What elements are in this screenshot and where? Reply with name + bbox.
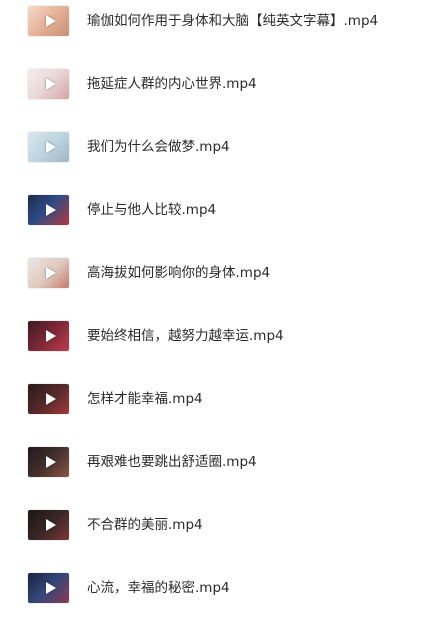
dream-animation-thumbnail[interactable] <box>28 132 69 162</box>
file-name[interactable]: 高海拔如何影响你的身体.mp4 <box>87 264 270 282</box>
file-name[interactable]: 要始终相信，越努力越幸运.mp4 <box>87 327 284 345</box>
play-icon <box>45 519 56 531</box>
file-name[interactable]: 停止与他人比较.mp4 <box>87 201 216 219</box>
speaker-stage-thumbnail[interactable] <box>28 195 69 225</box>
file-row[interactable]: 拖延症人群的内心世界.mp4 <box>0 63 442 115</box>
play-icon <box>45 267 56 279</box>
play-icon <box>45 393 56 405</box>
speaker-blue-stage-thumbnail[interactable] <box>28 573 69 603</box>
play-icon <box>45 204 56 216</box>
play-icon <box>45 78 56 90</box>
altitude-illustration-thumbnail[interactable] <box>28 258 69 288</box>
file-row[interactable]: 瑜伽如何作用于身体和大脑【纯英文字幕】.mp4 <box>0 0 442 52</box>
file-row[interactable]: 要始终相信，越努力越幸运.mp4 <box>0 315 442 367</box>
file-row[interactable]: 再艰难也要跳出舒适圈.mp4 <box>0 441 442 493</box>
file-row[interactable]: 停止与他人比较.mp4 <box>0 189 442 241</box>
play-icon <box>45 330 56 342</box>
yoga-lecture-thumbnail[interactable] <box>28 6 69 36</box>
file-name[interactable]: 我们为什么会做梦.mp4 <box>87 138 230 156</box>
speaker-dark-stage-thumbnail[interactable] <box>28 447 69 477</box>
file-name[interactable]: 心流，幸福的秘密.mp4 <box>87 579 230 597</box>
file-row[interactable]: 心流，幸福的秘密.mp4 <box>0 567 442 619</box>
file-name[interactable]: 拖延症人群的内心世界.mp4 <box>87 75 257 93</box>
play-icon <box>45 141 56 153</box>
play-icon <box>45 15 56 27</box>
procrastination-slide-thumbnail[interactable] <box>28 69 69 99</box>
speaker-dark-stage-thumbnail[interactable] <box>28 384 69 414</box>
file-row[interactable]: 不合群的美丽.mp4 <box>0 504 442 556</box>
speaker-red-stage-thumbnail[interactable] <box>28 321 69 351</box>
file-name[interactable]: 瑜伽如何作用于身体和大脑【纯英文字幕】.mp4 <box>87 12 378 30</box>
file-name[interactable]: 不合群的美丽.mp4 <box>87 516 203 534</box>
file-name[interactable]: 再艰难也要跳出舒适圈.mp4 <box>87 453 257 471</box>
file-row[interactable]: 高海拔如何影响你的身体.mp4 <box>0 252 442 304</box>
file-row[interactable]: 怎样才能幸福.mp4 <box>0 378 442 430</box>
speaker-dark-stage-thumbnail[interactable] <box>28 510 69 540</box>
video-file-list: 瑜伽如何作用于身体和大脑【纯英文字幕】.mp4 拖延症人群的内心世界.mp4 我们为… <box>0 0 442 619</box>
file-name[interactable]: 怎样才能幸福.mp4 <box>87 390 203 408</box>
file-row[interactable]: 我们为什么会做梦.mp4 <box>0 126 442 178</box>
play-icon <box>45 582 56 594</box>
play-icon <box>45 456 56 468</box>
